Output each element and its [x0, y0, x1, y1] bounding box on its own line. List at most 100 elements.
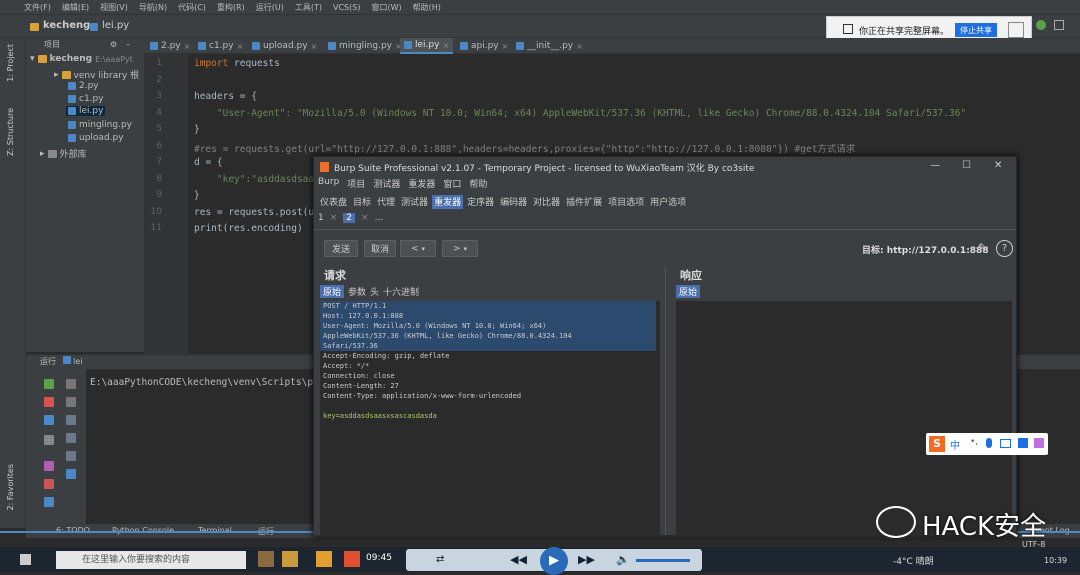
- tab-target[interactable]: 目标: [351, 195, 373, 209]
- windows-start-icon[interactable]: [20, 554, 31, 565]
- app-icon[interactable]: [282, 551, 298, 567]
- tree-item-venv[interactable]: ▸ venv library 根: [54, 68, 139, 82]
- menu-file[interactable]: 文件(F): [24, 2, 51, 13]
- tab-repeater[interactable]: 重发器: [432, 195, 464, 209]
- volume-icon[interactable]: 🔈: [616, 553, 630, 566]
- close-icon[interactable]: ×: [576, 42, 583, 51]
- tab-decoder[interactable]: 编码器: [498, 195, 529, 209]
- pin-icon[interactable]: [44, 461, 54, 471]
- tab-sequencer[interactable]: 定序器: [465, 195, 496, 209]
- tab-raw[interactable]: 原始: [320, 285, 345, 298]
- burp-menu-item[interactable]: 重发器: [408, 177, 435, 191]
- stop-icon[interactable]: [1054, 20, 1064, 30]
- delete-icon[interactable]: [66, 469, 76, 479]
- close-icon[interactable]: ×: [184, 42, 191, 51]
- menu-navigate[interactable]: 导航(N): [139, 2, 167, 13]
- burp-menu-item[interactable]: Burp: [318, 177, 339, 191]
- request-editor[interactable]: POST / HTTP/1.1 Host: 127.0.0.1:888 User…: [320, 301, 660, 535]
- tab-intruder[interactable]: 测试器: [399, 195, 430, 209]
- menu-tools[interactable]: 工具(T): [295, 2, 322, 13]
- app-icon[interactable]: [258, 551, 274, 567]
- menu-refactor[interactable]: 重构(R): [217, 2, 245, 13]
- stop-sharing-button[interactable]: 停止共享: [955, 23, 997, 37]
- close-icon[interactable]: ×: [330, 213, 338, 223]
- tab-proxy[interactable]: 代理: [375, 195, 397, 209]
- close-icon[interactable]: ×: [361, 213, 369, 223]
- close-icon[interactable]: ×: [237, 42, 244, 51]
- back-button[interactable]: < ▾: [400, 240, 436, 257]
- maximize-icon[interactable]: ☐: [962, 160, 971, 171]
- burp-menu-item[interactable]: 帮助: [469, 177, 487, 191]
- rerun-icon[interactable]: [44, 379, 54, 389]
- project-tool-label[interactable]: 1: Project: [6, 44, 15, 82]
- app-icon[interactable]: [344, 551, 360, 567]
- run-config-name[interactable]: lei: [73, 357, 82, 366]
- punctuation-icon[interactable]: •,: [970, 437, 978, 447]
- breadcrumb-project[interactable]: kecheng: [43, 20, 90, 31]
- tab-comparer[interactable]: 对比器: [531, 195, 562, 209]
- forward-button[interactable]: > ▾: [442, 240, 478, 257]
- soft-wrap-icon[interactable]: [66, 415, 76, 425]
- menu-code[interactable]: 代码(C): [178, 2, 206, 13]
- favorites-tool-label[interactable]: 2: Favorites: [6, 464, 15, 510]
- repeater-tab-1[interactable]: 1: [318, 213, 324, 223]
- close-icon[interactable]: [44, 479, 54, 489]
- print-icon[interactable]: [66, 451, 76, 461]
- tab-extender[interactable]: 插件扩展: [564, 195, 604, 209]
- tab-project-options[interactable]: 项目选项: [606, 195, 646, 209]
- breadcrumb-file[interactable]: lei.py: [102, 20, 129, 31]
- menu-run[interactable]: 运行(U): [256, 2, 284, 13]
- folder-icon[interactable]: [316, 551, 332, 567]
- tree-file[interactable]: mingling.py: [68, 120, 132, 130]
- minimize-share-button[interactable]: [1008, 22, 1024, 38]
- ime-language[interactable]: 中: [950, 437, 960, 452]
- tab-dashboard[interactable]: 仪表盘: [318, 195, 349, 209]
- tab-headers[interactable]: 头: [370, 285, 379, 298]
- microphone-icon[interactable]: [986, 438, 992, 448]
- skin-icon[interactable]: [1018, 438, 1028, 448]
- pane-splitter[interactable]: [665, 267, 671, 535]
- close-icon[interactable]: ✕: [994, 160, 1002, 171]
- taskbar-search[interactable]: 在这里输入你要搜索的内容: [56, 551, 246, 569]
- tree-item-external-libs[interactable]: ▸ 外部库: [40, 147, 87, 161]
- previous-icon[interactable]: ◀◀: [510, 553, 527, 566]
- burp-menu-item[interactable]: 窗口: [443, 177, 461, 191]
- tab-2py[interactable]: 2.py ×: [146, 38, 194, 54]
- toolbox-icon[interactable]: [1034, 438, 1044, 448]
- menu-help[interactable]: 帮助(H): [413, 2, 441, 13]
- play-icon[interactable]: ▶: [540, 547, 568, 575]
- menu-edit[interactable]: 编辑(E): [62, 2, 89, 13]
- tab-hex[interactable]: 十六进制: [383, 285, 419, 298]
- close-icon[interactable]: ×: [442, 41, 449, 50]
- next-icon[interactable]: ▶▶: [578, 553, 595, 566]
- tab-apipy[interactable]: api.py ×: [456, 38, 512, 54]
- tree-root[interactable]: ▾ kecheng E:\aaaPyt: [30, 54, 133, 64]
- tab-leipy[interactable]: lei.py ×: [400, 38, 454, 54]
- close-icon[interactable]: ×: [311, 42, 318, 51]
- close-icon[interactable]: ×: [502, 42, 509, 51]
- tab-c1py[interactable]: c1.py ×: [194, 38, 247, 54]
- repeater-tab-new[interactable]: ...: [375, 213, 384, 223]
- structure-tool-label[interactable]: Z: Structure: [6, 108, 15, 156]
- bug-icon[interactable]: [1036, 20, 1046, 30]
- send-button[interactable]: 发送: [324, 240, 358, 257]
- volume-slider[interactable]: [636, 559, 690, 562]
- hide-panel-icon[interactable]: –: [126, 38, 130, 52]
- tree-file[interactable]: 2.py: [68, 81, 99, 91]
- repeater-tab-2[interactable]: 2: [343, 213, 356, 223]
- tree-file-selected[interactable]: lei.py: [66, 106, 106, 116]
- burp-menu-item[interactable]: 测试器: [373, 177, 400, 191]
- menu-vcs[interactable]: VCS(S): [333, 3, 360, 12]
- pause-icon[interactable]: [44, 415, 54, 425]
- menu-window[interactable]: 窗口(W): [371, 2, 401, 13]
- help-icon[interactable]: [44, 497, 54, 507]
- help-icon[interactable]: ?: [996, 240, 1013, 257]
- keyboard-icon[interactable]: [1000, 439, 1011, 448]
- tab-initpy[interactable]: __init__.py ×: [512, 38, 587, 54]
- scroll-end-icon[interactable]: [66, 433, 76, 443]
- burp-menu-item[interactable]: 项目: [347, 177, 365, 191]
- run-panel-title[interactable]: 运行: [40, 357, 56, 366]
- stop-icon[interactable]: [44, 397, 54, 407]
- cancel-button[interactable]: 取消: [364, 240, 396, 257]
- layout-icon[interactable]: [44, 435, 54, 445]
